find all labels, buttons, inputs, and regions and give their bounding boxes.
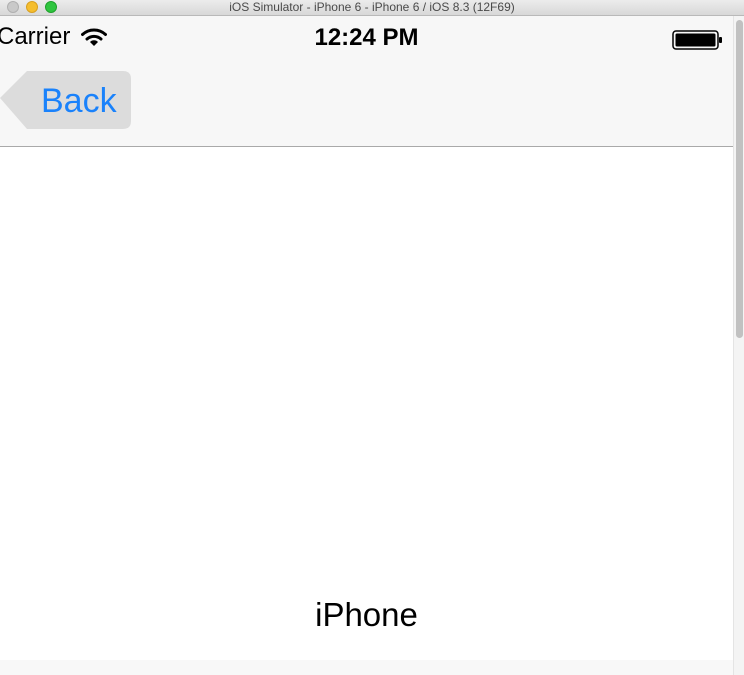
device-name-label: iPhone <box>315 596 418 633</box>
simulator-window: iOS Simulator - iPhone 6 - iPhone 6 / iO… <box>0 0 744 675</box>
window-titlebar[interactable]: iOS Simulator - iPhone 6 - iPhone 6 / iO… <box>0 0 744 16</box>
bottom-bar <box>0 660 733 675</box>
back-button-label: Back <box>41 82 117 120</box>
status-bar: Carrier 12:24 PM <box>0 16 733 58</box>
status-time: 12:24 PM <box>314 24 419 51</box>
simulator-screen: Carrier 12:24 PM Back iPhone <box>0 16 733 675</box>
back-button[interactable]: Back <box>0 71 131 129</box>
navigation-bar: Carrier 12:24 PM Back <box>0 16 733 147</box>
scrollbar-thumb[interactable] <box>736 20 743 338</box>
window-title: iOS Simulator - iPhone 6 - iPhone 6 / iO… <box>229 0 515 14</box>
vertical-scrollbar[interactable] <box>733 16 744 675</box>
battery-icon <box>672 30 722 50</box>
